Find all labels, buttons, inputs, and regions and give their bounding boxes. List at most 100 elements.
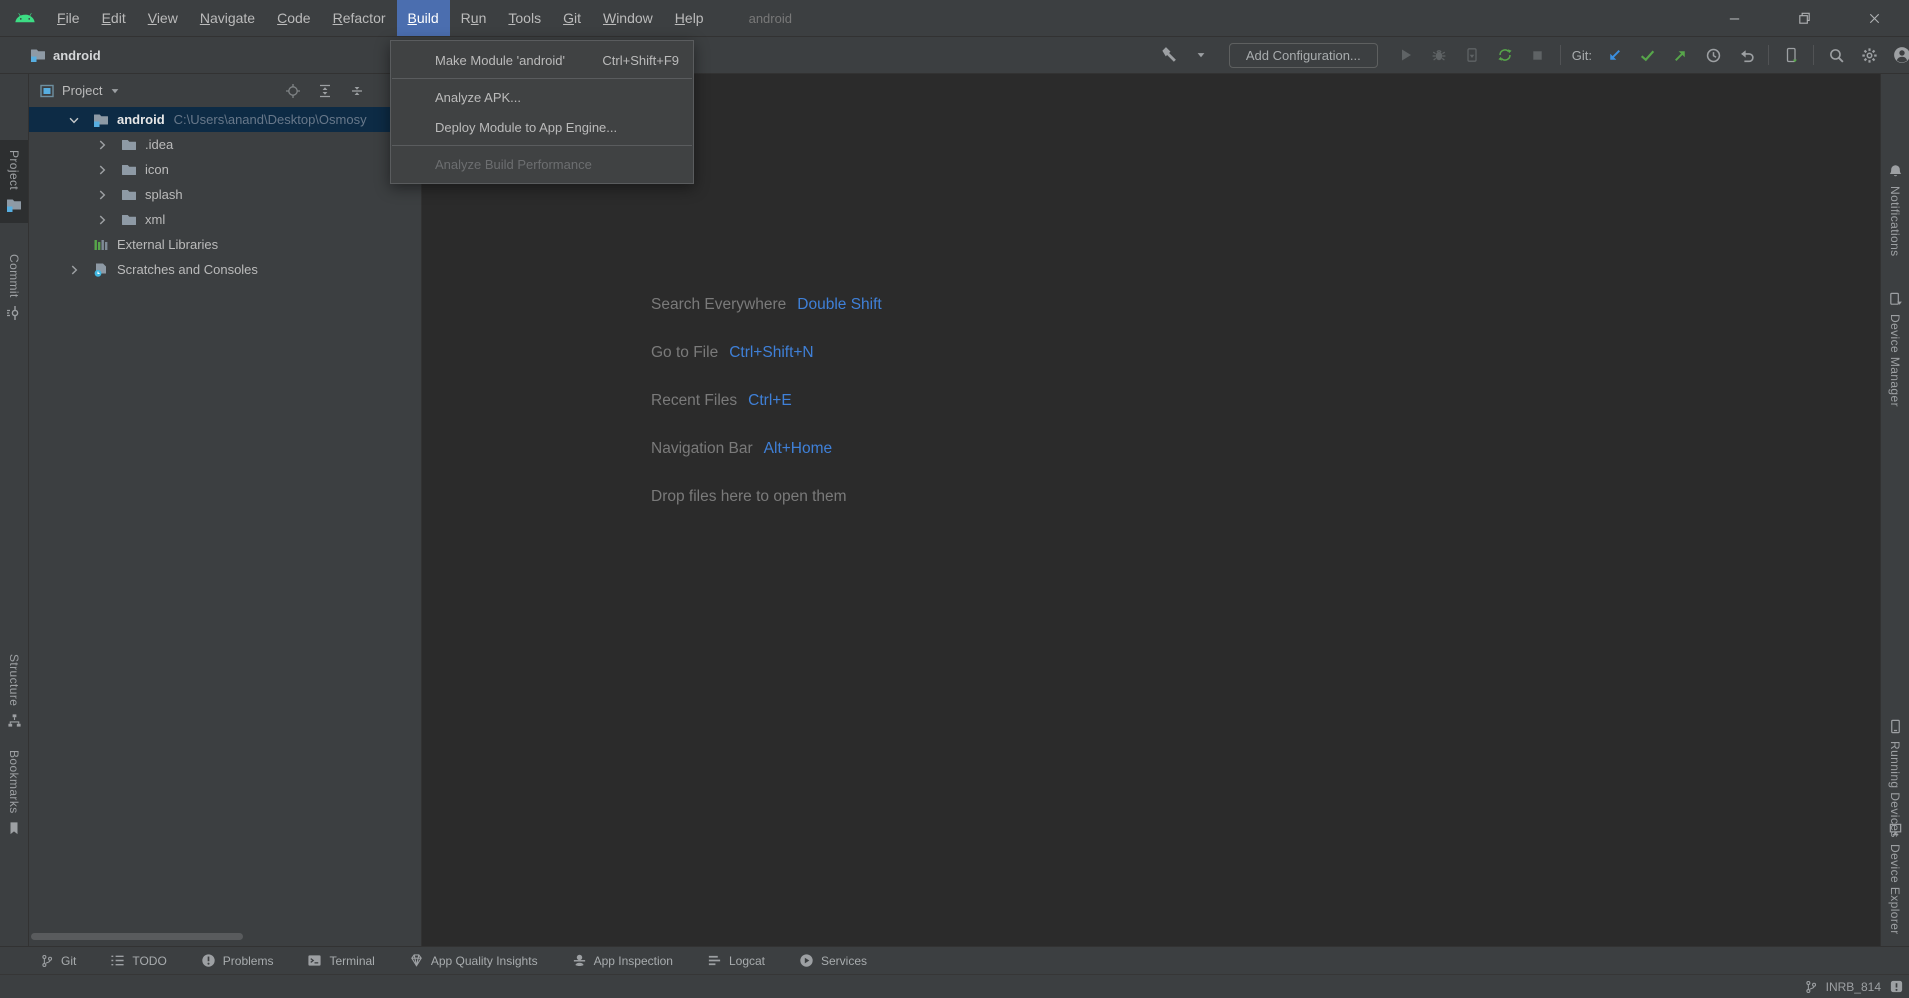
expand-all-icon[interactable] bbox=[317, 83, 333, 99]
chevron-right-icon[interactable] bbox=[95, 163, 109, 177]
git-branch-icon[interactable] bbox=[1804, 980, 1818, 994]
tree-row-xml[interactable]: xml bbox=[29, 207, 421, 232]
menu-bar: FileEditViewNavigateCodeRefactorBuildRun… bbox=[46, 0, 715, 36]
hint-label: Navigation Bar bbox=[651, 440, 753, 458]
event-log-icon[interactable] bbox=[1889, 979, 1904, 994]
menu-item-analyze-apk[interactable]: Analyze APK... bbox=[391, 82, 693, 112]
tree-chevron[interactable] bbox=[97, 213, 115, 227]
menu-refactor[interactable]: Refactor bbox=[322, 0, 397, 36]
tree-chevron[interactable] bbox=[97, 138, 115, 152]
tool-button-label: TODO bbox=[132, 954, 166, 968]
tree-row-icon[interactable]: icon bbox=[29, 157, 421, 182]
close-button[interactable] bbox=[1839, 0, 1909, 36]
branch-icon bbox=[40, 954, 54, 968]
git-push-icon[interactable] bbox=[1669, 44, 1691, 66]
attach-debugger-icon[interactable] bbox=[1461, 44, 1483, 66]
tool-button-app-inspection[interactable]: App Inspection bbox=[572, 953, 673, 968]
chevron-right-icon[interactable] bbox=[95, 188, 109, 202]
stop-icon[interactable] bbox=[1527, 44, 1549, 66]
menu-item-label: Analyze Build Performance bbox=[435, 157, 592, 172]
editor-hint-go-to-file: Go to FileCtrl+Shift+N bbox=[651, 329, 882, 377]
tool-stripe-bookmarks[interactable]: Bookmarks bbox=[0, 750, 28, 835]
menu-navigate[interactable]: Navigate bbox=[189, 0, 266, 36]
sync-gradle-icon[interactable] bbox=[1494, 44, 1516, 66]
maximize-button[interactable] bbox=[1769, 0, 1839, 36]
tool-stripe-notifications[interactable]: Notifications bbox=[1881, 164, 1909, 257]
tool-button-terminal[interactable]: Terminal bbox=[307, 953, 374, 968]
menu-help[interactable]: Help bbox=[664, 0, 715, 36]
project-view-caret-icon[interactable] bbox=[109, 85, 121, 97]
menu-edit[interactable]: Edit bbox=[91, 0, 137, 36]
toolbar-actions: Add Configuration... Git: bbox=[1157, 43, 1903, 68]
menu-item-deploy-module-to-app-engine[interactable]: Deploy Module to App Engine... bbox=[391, 112, 693, 142]
avatar-icon[interactable] bbox=[1891, 44, 1909, 66]
git-branch-name[interactable]: INRB_814 bbox=[1826, 980, 1881, 994]
run-icon[interactable] bbox=[1395, 44, 1417, 66]
history-icon[interactable] bbox=[1702, 44, 1724, 66]
menu-view[interactable]: View bbox=[137, 0, 189, 36]
menu-run[interactable]: Run bbox=[450, 0, 498, 36]
stripe-label: Commit bbox=[7, 254, 21, 298]
tool-button-todo[interactable]: TODO bbox=[110, 953, 166, 968]
tool-button-app-quality-insights[interactable]: App Quality Insights bbox=[409, 953, 538, 968]
build-hammer-icon[interactable] bbox=[1157, 44, 1179, 66]
tree-row-scratches-and-consoles[interactable]: Scratches and Consoles bbox=[29, 257, 421, 282]
chevron-right-icon[interactable] bbox=[95, 138, 109, 152]
tool-button-logcat[interactable]: Logcat bbox=[707, 953, 765, 968]
tool-stripe-device-manager[interactable]: Device Manager bbox=[1881, 292, 1909, 407]
tree-chevron[interactable] bbox=[97, 163, 115, 177]
tree-chevron[interactable] bbox=[69, 113, 87, 127]
project-name[interactable]: android bbox=[53, 48, 101, 63]
debug-icon[interactable] bbox=[1428, 44, 1450, 66]
tree-row-splash[interactable]: splash bbox=[29, 182, 421, 207]
tool-button-problems[interactable]: Problems bbox=[201, 953, 274, 968]
stripe-label: Project bbox=[7, 150, 21, 190]
collapse-all-icon[interactable] bbox=[349, 83, 365, 99]
minimize-button[interactable] bbox=[1699, 0, 1769, 36]
add-configuration-button[interactable]: Add Configuration... bbox=[1229, 43, 1378, 68]
tree-chevron[interactable] bbox=[69, 263, 87, 277]
menu-item-make-module-android[interactable]: Make Module 'android'Ctrl+Shift+F9 bbox=[391, 45, 693, 75]
project-panel-title[interactable]: Project bbox=[62, 83, 102, 98]
android-logo-icon bbox=[14, 7, 36, 29]
menu-git[interactable]: Git bbox=[552, 0, 592, 36]
chevron-down-icon[interactable] bbox=[67, 113, 81, 127]
horizontal-scrollbar[interactable] bbox=[31, 933, 243, 940]
chevron-right-icon[interactable] bbox=[67, 263, 81, 277]
device-mirroring-icon[interactable] bbox=[1780, 44, 1802, 66]
project-tree: androidC:\Users\anand\Desktop\Osmosy.ide… bbox=[29, 107, 421, 282]
tool-button-services[interactable]: Services bbox=[799, 953, 867, 968]
tree-chevron[interactable] bbox=[97, 188, 115, 202]
tool-stripe-project[interactable]: Project bbox=[0, 140, 28, 223]
run-config-caret-icon[interactable] bbox=[1190, 44, 1212, 66]
tool-button-label: Terminal bbox=[329, 954, 374, 968]
git-commit-check-icon[interactable] bbox=[1636, 44, 1658, 66]
select-opened-file-icon[interactable] bbox=[285, 83, 301, 99]
search-everywhere-icon[interactable] bbox=[1825, 44, 1847, 66]
menu-tools[interactable]: Tools bbox=[497, 0, 552, 36]
tree-label: xml bbox=[145, 212, 165, 227]
hint-shortcut: Alt+Home bbox=[764, 440, 833, 458]
menu-window[interactable]: Window bbox=[592, 0, 664, 36]
tool-stripe-structure[interactable]: Structure bbox=[0, 654, 28, 728]
tree-row-external-libraries[interactable]: External Libraries bbox=[29, 232, 421, 257]
settings-gear-icon[interactable] bbox=[1858, 44, 1880, 66]
chevron-right-icon[interactable] bbox=[95, 213, 109, 227]
menu-file[interactable]: File bbox=[46, 0, 91, 36]
git-update-icon[interactable] bbox=[1603, 44, 1625, 66]
tree-row-android[interactable]: androidC:\Users\anand\Desktop\Osmosy bbox=[29, 107, 421, 132]
menu-code[interactable]: Code bbox=[266, 0, 321, 36]
terminal-icon bbox=[307, 953, 322, 968]
git-label: Git: bbox=[1572, 48, 1592, 63]
rollback-icon[interactable] bbox=[1735, 44, 1757, 66]
main-toolbar: android Add Configuration... Git: bbox=[0, 37, 1909, 74]
bookmark-icon bbox=[7, 821, 21, 835]
tool-stripe-running-devices[interactable]: Running Devices bbox=[1881, 719, 1909, 838]
tool-stripe-device-explorer[interactable]: Device Explorer bbox=[1881, 822, 1909, 935]
tool-button-git[interactable]: Git bbox=[40, 954, 76, 968]
menu-build[interactable]: Build bbox=[397, 0, 450, 36]
tree-row-idea[interactable]: .idea bbox=[29, 132, 421, 157]
navigation-bar[interactable]: android bbox=[30, 47, 101, 63]
editor-area[interactable]: Search EverywhereDouble ShiftGo to FileC… bbox=[422, 74, 1880, 946]
tool-stripe-commit[interactable]: Commit bbox=[0, 254, 28, 321]
